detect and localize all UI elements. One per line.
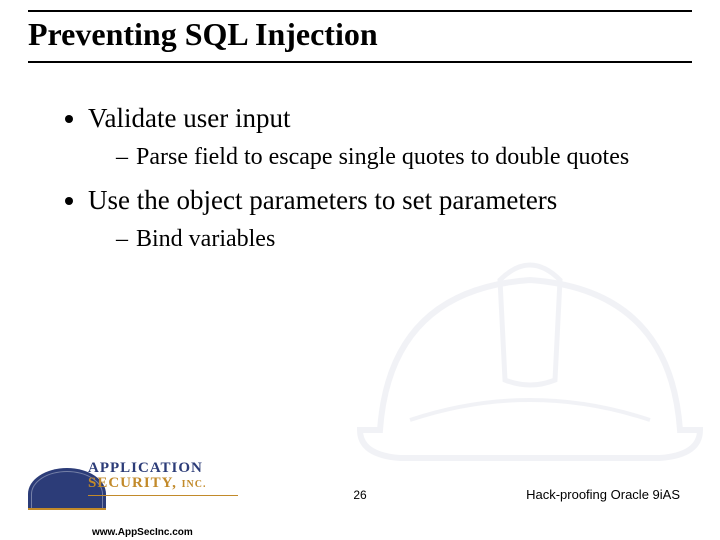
slide: Preventing SQL Injection Validate user i… bbox=[0, 0, 720, 540]
logo-inc: INC. bbox=[182, 479, 207, 490]
logo-url: www.AppSecInc.com bbox=[92, 527, 193, 538]
sub-bullet-text: Bind variables bbox=[136, 224, 680, 254]
dash-icon: – bbox=[116, 224, 136, 254]
slide-title: Preventing SQL Injection bbox=[28, 12, 692, 59]
company-logo: APPLICATION SECURITY, INC. bbox=[28, 464, 238, 516]
logo-line2-main: SECURITY, bbox=[88, 475, 177, 491]
slide-body: Validate user input – Parse field to esc… bbox=[60, 90, 680, 264]
slide-number: 26 bbox=[353, 488, 366, 502]
title-rule-bottom bbox=[28, 61, 692, 63]
bullet-item: Validate user input – Parse field to esc… bbox=[88, 102, 680, 172]
logo-line2: SECURITY, INC. bbox=[88, 475, 207, 492]
sub-bullet-item: – Parse field to escape single quotes to… bbox=[116, 142, 680, 172]
bullet-text: Validate user input bbox=[88, 103, 290, 133]
dash-icon: – bbox=[116, 142, 136, 172]
bullet-item: Use the object parameters to set paramet… bbox=[88, 184, 680, 254]
logo-text: APPLICATION SECURITY, INC. bbox=[88, 460, 207, 494]
sub-bullet-item: – Bind variables bbox=[116, 224, 680, 254]
bullet-text: Use the object parameters to set paramet… bbox=[88, 185, 557, 215]
sub-bullet-text: Parse field to escape single quotes to d… bbox=[136, 142, 680, 172]
footer-text: Hack-proofing Oracle 9iAS bbox=[526, 487, 680, 502]
title-block: Preventing SQL Injection bbox=[28, 10, 692, 63]
logo-rule bbox=[88, 495, 238, 496]
footer: APPLICATION SECURITY, INC. www.AppSecInc… bbox=[0, 450, 720, 540]
